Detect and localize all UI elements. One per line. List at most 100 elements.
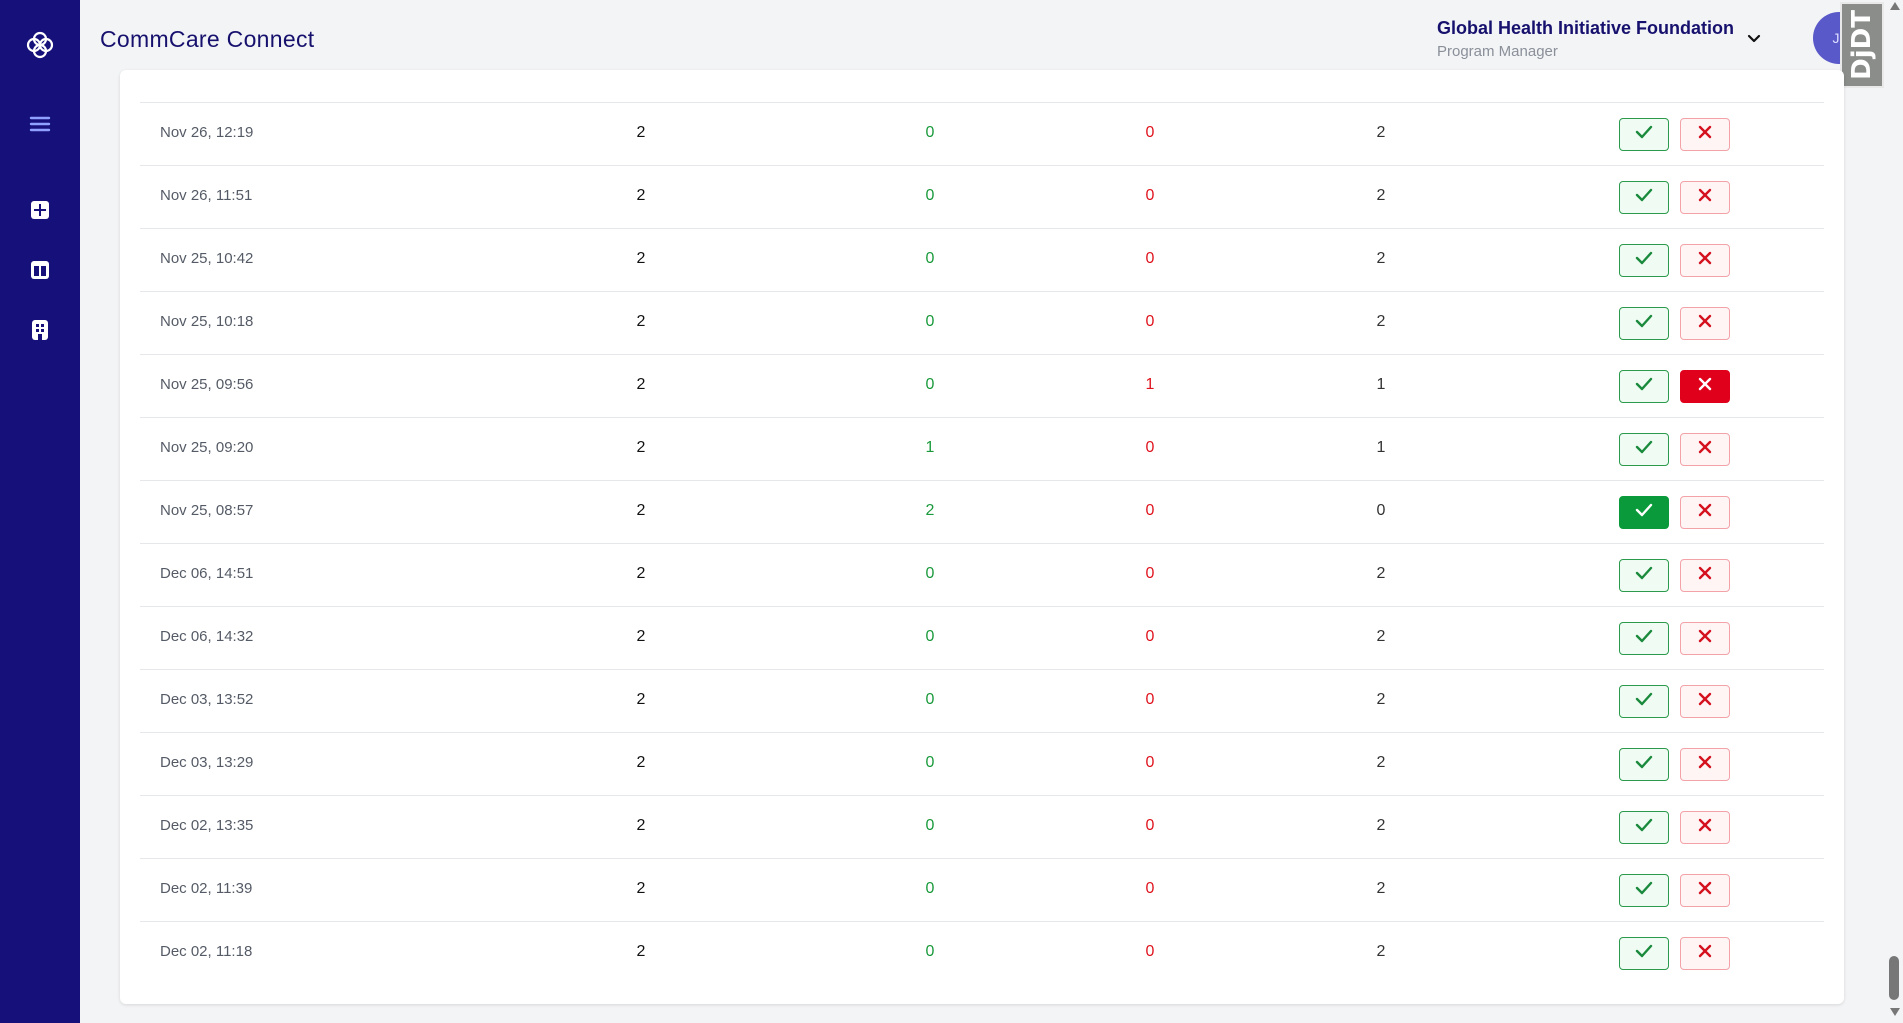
debug-toolbar-handle[interactable]: DjDT xyxy=(1840,2,1884,88)
reject-button[interactable] xyxy=(1680,748,1730,781)
reject-button[interactable] xyxy=(1680,496,1730,529)
close-icon xyxy=(1698,692,1712,711)
row-total-count: 2 xyxy=(636,313,646,330)
reject-button[interactable] xyxy=(1680,307,1730,340)
approve-button[interactable] xyxy=(1619,559,1669,592)
row-total-count: 2 xyxy=(636,187,646,204)
row-rejected-count: 0 xyxy=(1145,943,1155,960)
org-name: Global Health Initiative Foundation xyxy=(1437,18,1735,38)
close-icon xyxy=(1698,566,1712,585)
approve-button[interactable] xyxy=(1619,874,1669,907)
approve-button[interactable] xyxy=(1619,685,1669,718)
building-icon[interactable] xyxy=(26,316,54,344)
row-rejected-count: 0 xyxy=(1145,691,1155,708)
reject-button[interactable] xyxy=(1680,685,1730,718)
row-pending-count: 2 xyxy=(1376,124,1386,141)
row-approved-count: 0 xyxy=(925,628,935,645)
app-title: CommCare Connect xyxy=(100,26,315,52)
reject-button[interactable] xyxy=(1680,433,1730,466)
row-rejected-count: 0 xyxy=(1145,502,1155,519)
close-icon xyxy=(1698,629,1712,648)
row-total-count: 2 xyxy=(636,250,646,267)
row-approved-count: 0 xyxy=(925,691,935,708)
dashboard-grid-icon[interactable] xyxy=(26,196,54,224)
row-date: Dec 03, 13:52 xyxy=(160,691,254,708)
reject-button[interactable] xyxy=(1680,370,1730,403)
row-rejected-count: 0 xyxy=(1145,754,1155,771)
row-approved-count: 0 xyxy=(925,880,935,897)
close-icon xyxy=(1698,251,1712,270)
row-approved-count: 0 xyxy=(925,943,935,960)
scroll-down-arrow[interactable] xyxy=(1890,1008,1900,1016)
row-date: Nov 26, 11:51 xyxy=(160,187,253,204)
table-row: Dec 03, 13:52 2 0 0 2 xyxy=(140,669,1824,732)
chevron-down-icon[interactable] xyxy=(1745,30,1763,48)
row-date: Nov 25, 09:56 xyxy=(160,376,254,393)
row-approved-count: 0 xyxy=(925,754,935,771)
reject-button[interactable] xyxy=(1680,244,1730,277)
approve-button[interactable] xyxy=(1619,307,1669,340)
row-total-count: 2 xyxy=(636,817,646,834)
row-pending-count: 2 xyxy=(1376,817,1386,834)
sidebar xyxy=(0,0,80,1023)
row-date: Nov 25, 10:18 xyxy=(160,313,254,330)
check-icon xyxy=(1635,755,1653,774)
close-icon xyxy=(1698,944,1712,963)
reject-button[interactable] xyxy=(1680,622,1730,655)
row-date: Nov 26, 12:19 xyxy=(160,124,254,141)
approve-button[interactable] xyxy=(1619,937,1669,970)
row-approved-count: 0 xyxy=(925,313,935,330)
row-pending-count: 2 xyxy=(1376,691,1386,708)
reject-button[interactable] xyxy=(1680,811,1730,844)
menu-icon[interactable] xyxy=(26,110,54,138)
close-icon xyxy=(1698,440,1712,459)
row-rejected-count: 0 xyxy=(1145,313,1155,330)
row-total-count: 2 xyxy=(636,880,646,897)
row-rejected-count: 0 xyxy=(1145,817,1155,834)
row-rejected-count: 0 xyxy=(1145,187,1155,204)
row-pending-count: 1 xyxy=(1376,376,1386,393)
row-pending-count: 2 xyxy=(1376,313,1386,330)
approve-button[interactable] xyxy=(1619,370,1669,403)
approve-button[interactable] xyxy=(1619,496,1669,529)
row-total-count: 2 xyxy=(636,565,646,582)
layout-icon[interactable] xyxy=(26,256,54,284)
approve-button[interactable] xyxy=(1619,622,1669,655)
reject-button[interactable] xyxy=(1680,559,1730,592)
approve-button[interactable] xyxy=(1619,118,1669,151)
row-rejected-count: 1 xyxy=(1145,376,1155,393)
row-date: Dec 02, 11:18 xyxy=(160,943,253,960)
check-icon xyxy=(1635,944,1653,963)
row-approved-count: 0 xyxy=(925,124,935,141)
reject-button[interactable] xyxy=(1680,181,1730,214)
close-icon xyxy=(1698,881,1712,900)
scroll-up-arrow[interactable] xyxy=(1890,2,1900,10)
approve-button[interactable] xyxy=(1619,748,1669,781)
row-approved-count: 0 xyxy=(925,817,935,834)
row-pending-count: 1 xyxy=(1376,439,1386,456)
check-icon xyxy=(1635,314,1653,333)
table-row: Nov 25, 10:18 2 0 0 2 xyxy=(140,291,1824,354)
approve-button[interactable] xyxy=(1619,181,1669,214)
reject-button[interactable] xyxy=(1680,874,1730,907)
org-switcher[interactable]: Global Health Initiative Foundation Prog… xyxy=(1437,18,1734,60)
check-icon xyxy=(1635,188,1653,207)
close-icon xyxy=(1698,125,1712,144)
scrollbar[interactable] xyxy=(1887,0,1903,1023)
reject-button[interactable] xyxy=(1680,937,1730,970)
row-pending-count: 2 xyxy=(1376,754,1386,771)
table-row: Dec 02, 11:18 2 0 0 2 xyxy=(140,921,1824,984)
row-date: Dec 02, 11:39 xyxy=(160,880,253,897)
row-approved-count: 2 xyxy=(925,502,935,519)
row-total-count: 2 xyxy=(636,754,646,771)
row-approved-count: 0 xyxy=(925,376,935,393)
scrollbar-thumb[interactable] xyxy=(1889,956,1899,1000)
logo-icon[interactable] xyxy=(25,30,55,60)
table-row: Nov 26, 12:19 2 0 0 2 xyxy=(140,102,1824,165)
approve-button[interactable] xyxy=(1619,433,1669,466)
reject-button[interactable] xyxy=(1680,118,1730,151)
approve-button[interactable] xyxy=(1619,811,1669,844)
table-row: Nov 25, 08:57 2 2 0 0 xyxy=(140,480,1824,543)
debug-toolbar-label: DjDT xyxy=(1847,10,1877,80)
approve-button[interactable] xyxy=(1619,244,1669,277)
